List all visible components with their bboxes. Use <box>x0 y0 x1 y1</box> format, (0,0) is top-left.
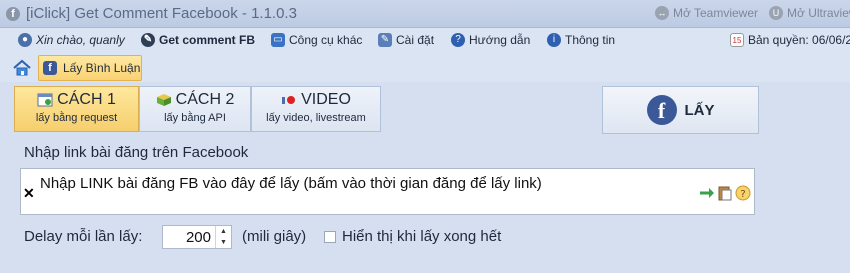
license-item: 15 Bản quyền: 06/06/2 <box>730 33 850 47</box>
fetch-button-label: LẤY <box>684 101 715 119</box>
spinner-buttons: ▲ ▼ <box>215 226 231 248</box>
method-2-subtitle: lấy bằng API <box>164 112 226 124</box>
link-input[interactable]: ✕ Nhập LINK bài đăng FB vào đây để lấy (… <box>20 168 755 215</box>
menu-settings[interactable]: ✎ Cài đặt <box>378 33 434 47</box>
ultraviewer-label: Mở Ultraview <box>787 6 850 20</box>
menu-info-label: Thông tin <box>565 33 616 47</box>
link-input-text: Nhập LINK bài đăng FB vào đây để lấy (bấ… <box>40 175 542 192</box>
spin-down-icon[interactable]: ▼ <box>216 237 231 248</box>
menu-bar: ● Xin chào, quanly ✎ Get comment FB ▭ Cô… <box>0 28 850 54</box>
method-video-title: VIDEO <box>301 91 351 108</box>
go-arrow-icon[interactable] <box>699 187 715 199</box>
greeting-label: Xin chào, quanly <box>36 33 125 47</box>
teamviewer-button[interactable]: ↔ Mở Teamviewer <box>655 6 758 20</box>
method-video-subtitle: lấy video, livestream <box>266 112 366 124</box>
method-1-title: CÁCH 1 <box>57 91 116 108</box>
greeting-item[interactable]: ● Xin chào, quanly <box>18 33 125 47</box>
delay-spinner[interactable]: 200 ▲ ▼ <box>162 225 232 249</box>
tab-get-comments[interactable]: f Lấy Bình Luận <box>38 55 142 81</box>
method-2-button[interactable]: CÁCH 2 lấy bằng API <box>139 86 251 132</box>
cube-icon <box>156 94 171 106</box>
teamviewer-icon: ↔ <box>655 6 669 20</box>
show-when-done-checkbox[interactable] <box>324 231 336 243</box>
home-icon[interactable] <box>12 58 32 78</box>
method-video-button[interactable]: VIDEO lấy video, livestream <box>251 86 381 132</box>
link-input-actions: ? <box>699 185 751 201</box>
title-bar: f [iClick] Get Comment Facebook - 1.1.0.… <box>0 0 850 28</box>
window-icon: ▭ <box>271 33 285 47</box>
menu-settings-label: Cài đặt <box>396 33 435 47</box>
window-title: [iClick] Get Comment Facebook - 1.1.0.3 <box>26 5 297 22</box>
paste-icon[interactable] <box>718 185 732 201</box>
clear-icon[interactable]: ✕ <box>23 185 35 202</box>
menu-tools[interactable]: ▭ Công cụ khác <box>271 33 362 47</box>
fetch-button[interactable]: f LẤY <box>602 86 759 134</box>
ultraviewer-icon: U <box>769 6 783 20</box>
delay-label: Delay mỗi lần lấy: <box>24 228 143 245</box>
ribbon-bar: f Lấy Bình Luận <box>0 54 850 82</box>
menu-info[interactable]: i Thông tin <box>547 33 615 47</box>
chat-icon: ✎ <box>141 33 155 47</box>
delay-unit: (mili giây) <box>242 228 307 245</box>
menu-tools-label: Công cụ khác <box>289 33 363 47</box>
record-icon <box>282 96 296 104</box>
teamviewer-label: Mở Teamviewer <box>673 6 759 20</box>
calendar-icon: 15 <box>730 33 744 47</box>
facebook-icon: f <box>646 95 677 125</box>
menu-get-comment[interactable]: ✎ Get comment FB <box>141 33 255 47</box>
settings-icon: ✎ <box>378 33 392 47</box>
method-2-title: CÁCH 2 <box>175 91 235 108</box>
link-field-label: Nhập link bài đăng trên Facebook <box>24 144 249 161</box>
user-icon: ● <box>18 33 32 47</box>
spin-up-icon[interactable]: ▲ <box>216 226 231 237</box>
method-1-button[interactable]: CÁCH 1 lấy bằng request <box>14 86 139 132</box>
ultraviewer-button[interactable]: U Mở Ultraview <box>769 6 850 20</box>
help-icon: ? <box>451 33 465 47</box>
show-when-done-label[interactable]: Hiển thị khi lấy xong hết <box>342 228 501 245</box>
info-icon: i <box>547 33 561 47</box>
svg-text:?: ? <box>740 189 745 200</box>
menu-get-comment-label: Get comment FB <box>159 33 256 47</box>
facebook-icon: f <box>6 7 20 21</box>
menu-guide-label: Hướng dẫn <box>469 33 531 47</box>
license-label: Bản quyền: 06/06/2 <box>748 33 850 47</box>
tab-get-comments-label: Lấy Bình Luận <box>63 61 141 75</box>
help-bubble-icon[interactable]: ? <box>735 185 751 201</box>
facebook-icon: f <box>43 61 57 75</box>
delay-value: 200 <box>185 229 211 246</box>
menu-guide[interactable]: ? Hướng dẫn <box>451 33 530 47</box>
browser-icon <box>37 93 53 107</box>
method-1-subtitle: lấy bằng request <box>35 112 118 124</box>
